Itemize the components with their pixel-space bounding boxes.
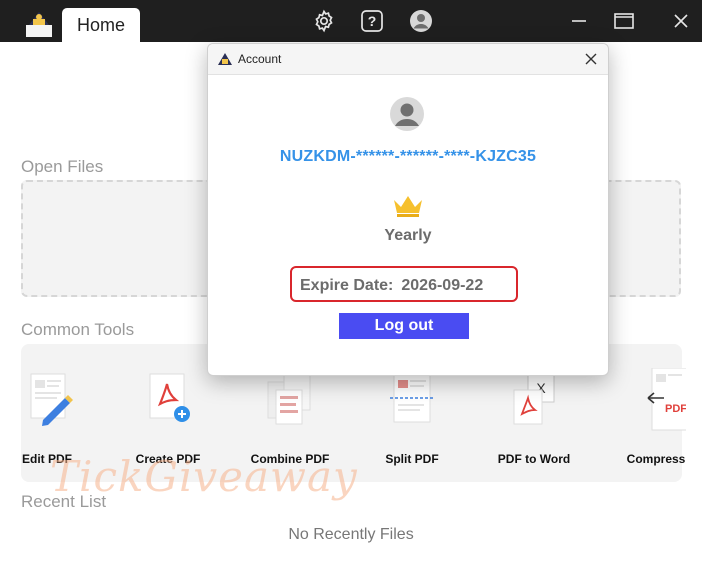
expire-date: Expire Date: 2026-09-22 <box>300 277 483 295</box>
common-tools-title: Common Tools <box>21 320 135 339</box>
license-key: NUZKDM-******-******-****-KJZC35 <box>279 148 537 165</box>
account-dialog: Account NUZKDM-******-******-****-KJZC35… <box>207 43 609 376</box>
open-files-title: Open Files <box>21 157 104 176</box>
tool-label: PDF to Word <box>497 452 571 466</box>
close-icon[interactable] <box>666 8 696 34</box>
crown-icon <box>394 196 422 217</box>
combine-pdf-icon <box>267 373 311 425</box>
logout-button[interactable]: Log out <box>339 313 469 339</box>
compress-icon: PDF <box>647 367 697 431</box>
tool-label: Split PDF <box>385 452 439 466</box>
dialog-header: Account <box>208 44 608 75</box>
svg-text:?: ? <box>368 13 377 29</box>
maximize-icon[interactable] <box>609 8 639 34</box>
app-window: Home ? Open Files Common Tools Edit PDF … <box>0 0 702 573</box>
expire-date-value: 2026-09-22 <box>401 277 484 294</box>
create-pdf-icon <box>149 373 190 422</box>
dialog-close-icon[interactable] <box>582 50 600 68</box>
tool-label: Compress <box>626 452 686 466</box>
recent-list-empty-message: No Recently Files <box>288 526 414 543</box>
title-bar: Home ? <box>0 0 702 42</box>
settings-icon[interactable] <box>311 8 337 34</box>
help-icon[interactable]: ? <box>359 8 385 34</box>
tab-home[interactable]: Home <box>62 8 140 42</box>
app-logo-icon <box>26 12 52 37</box>
recent-list-title: Recent List <box>21 492 107 511</box>
expire-date-label: Expire Date: <box>300 277 394 294</box>
user-avatar-icon <box>390 97 424 131</box>
split-pdf-icon <box>390 373 434 423</box>
edit-pdf-icon <box>30 373 73 426</box>
tool-compress[interactable]: PDF Compress <box>601 367 702 466</box>
account-icon[interactable] <box>408 8 434 34</box>
plan-type: Yearly <box>384 227 432 244</box>
svg-text:PDF: PDF <box>665 403 686 415</box>
minimize-icon[interactable] <box>564 8 594 34</box>
tool-pdf-to-word[interactable]: X PDF to Word <box>479 368 589 466</box>
dialog-title: Account <box>238 52 282 66</box>
tool-split-pdf[interactable]: Split PDF <box>357 368 467 466</box>
pdf-to-word-icon: X <box>513 371 555 425</box>
app-logo-icon <box>218 53 232 65</box>
